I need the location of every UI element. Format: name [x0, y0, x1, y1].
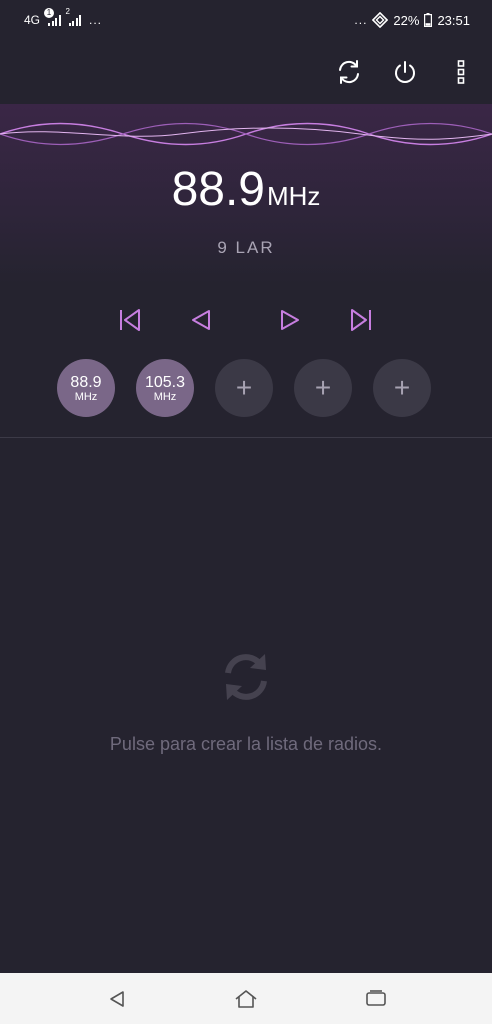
create-station-list-button[interactable]: Pulse para crear la lista de radios.	[0, 650, 492, 755]
wave-graphic	[0, 122, 492, 146]
preset-unit: MHz	[153, 390, 177, 403]
step-forward-icon	[281, 310, 299, 330]
home-icon	[235, 990, 257, 1008]
battery-icon	[424, 13, 433, 27]
status-right: ... 22% 23:51	[354, 12, 470, 28]
step-back-icon	[192, 310, 210, 330]
toolbar	[332, 52, 478, 92]
power-button[interactable]	[388, 52, 422, 92]
back-icon	[110, 991, 124, 1007]
skip-next-icon	[351, 309, 371, 331]
add-preset-button[interactable]: +	[373, 359, 431, 417]
status-left: 4G 1 2 ...	[24, 7, 103, 27]
nfc-icon	[372, 12, 389, 28]
sim2-badge: 2	[65, 7, 70, 16]
frequency-unit: MHz	[266, 181, 321, 211]
plus-icon: +	[314, 372, 332, 403]
more-options-button[interactable]	[444, 52, 478, 92]
sim2-signal-icon: 2	[66, 7, 82, 26]
sim1-signal-icon: 1	[44, 8, 61, 26]
step-back-button[interactable]	[181, 300, 221, 340]
frequency-display: 88.9MHz	[0, 162, 492, 217]
frequency-value: 88.9	[171, 163, 265, 216]
network-type: 4G	[24, 13, 41, 27]
station-name: 9 LAR	[217, 238, 275, 257]
plus-icon: +	[235, 372, 253, 403]
refresh-button[interactable]	[332, 52, 366, 92]
divider	[0, 437, 492, 438]
plus-icon: +	[393, 372, 411, 403]
sim1-badge: 1	[44, 8, 55, 18]
skip-next-button[interactable]	[341, 300, 381, 340]
step-forward-button[interactable]	[270, 300, 310, 340]
preset-unit: MHz	[74, 390, 98, 403]
status-overflow: ...	[354, 13, 368, 27]
skip-previous-button[interactable]	[110, 300, 150, 340]
notification-overflow: ...	[89, 13, 103, 27]
battery-percent: 22%	[393, 12, 420, 28]
preset-frequency: 88.9	[70, 373, 102, 391]
home-button[interactable]	[230, 983, 262, 1015]
preset-2[interactable]: 105.3 MHz	[136, 359, 194, 417]
tuning-controls	[0, 300, 492, 340]
empty-list-message: Pulse para crear la lista de radios.	[109, 734, 383, 754]
more-vertical-icon	[457, 60, 465, 84]
recents-button[interactable]	[360, 983, 392, 1015]
back-button[interactable]	[101, 983, 133, 1015]
refresh-icon	[339, 60, 359, 84]
power-icon	[395, 61, 415, 83]
add-preset-button[interactable]: +	[294, 359, 352, 417]
recents-icon	[366, 990, 386, 1006]
preset-1[interactable]: 88.9 MHz	[57, 359, 115, 417]
skip-previous-icon	[120, 309, 140, 331]
clock: 23:51	[437, 12, 470, 28]
preset-frequency: 105.3	[144, 373, 186, 391]
status-bar: 4G 1 2 ... ... 22% 23:51	[0, 0, 492, 40]
preset-bar: 88.9 MHz 105.3 MHz + + +	[57, 359, 431, 417]
add-preset-button[interactable]: +	[215, 359, 273, 417]
navigation-bar	[0, 973, 492, 1024]
refresh-icon	[225, 654, 267, 700]
